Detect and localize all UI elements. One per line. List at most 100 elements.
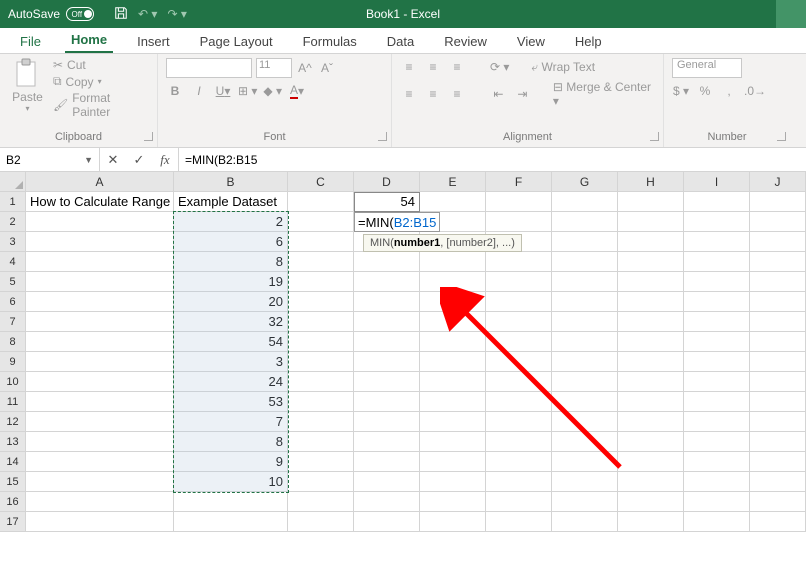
cell[interactable] <box>552 212 618 232</box>
row-header[interactable]: 2 <box>0 212 26 232</box>
copy-button[interactable]: ⧉Copy ▾ <box>53 74 149 89</box>
tab-formulas[interactable]: Formulas <box>297 30 363 53</box>
cell[interactable] <box>26 292 174 312</box>
cell[interactable] <box>750 412 806 432</box>
cell[interactable] <box>354 332 420 352</box>
cell[interactable] <box>288 392 354 412</box>
cell[interactable] <box>420 412 486 432</box>
paste-button[interactable]: Paste ▾ <box>8 58 47 119</box>
cell[interactable] <box>618 252 684 272</box>
cell[interactable] <box>750 252 806 272</box>
row-header[interactable]: 14 <box>0 452 26 472</box>
underline-button[interactable]: U ▾ <box>214 82 232 100</box>
cell[interactable] <box>26 232 174 252</box>
cell[interactable] <box>354 272 420 292</box>
cell[interactable] <box>26 272 174 292</box>
autosave-toggle[interactable]: AutoSave Off <box>0 7 102 21</box>
row-header[interactable]: 1 <box>0 192 26 212</box>
cell[interactable] <box>26 332 174 352</box>
row-header[interactable]: 3 <box>0 232 26 252</box>
cell[interactable] <box>750 352 806 372</box>
cell[interactable] <box>684 512 750 532</box>
row-header[interactable]: 17 <box>0 512 26 532</box>
row-header[interactable]: 9 <box>0 352 26 372</box>
cell[interactable]: 10 <box>174 472 288 492</box>
cell[interactable]: 19 <box>174 272 288 292</box>
cell[interactable] <box>486 212 552 232</box>
cell[interactable] <box>618 372 684 392</box>
tab-help[interactable]: Help <box>569 30 608 53</box>
cell[interactable] <box>26 512 174 532</box>
cell[interactable] <box>26 432 174 452</box>
tab-home[interactable]: Home <box>65 28 113 53</box>
cell[interactable] <box>420 512 486 532</box>
row-header[interactable]: 15 <box>0 472 26 492</box>
cell[interactable] <box>420 372 486 392</box>
cell[interactable] <box>684 452 750 472</box>
cell[interactable] <box>684 352 750 372</box>
row-header[interactable]: 11 <box>0 392 26 412</box>
cell[interactable] <box>354 412 420 432</box>
autosave-switch[interactable]: Off <box>66 7 94 21</box>
cell[interactable] <box>420 252 486 272</box>
increase-font-icon[interactable]: A^ <box>296 59 314 77</box>
cell[interactable] <box>174 492 288 512</box>
cell[interactable] <box>26 452 174 472</box>
cell[interactable] <box>618 272 684 292</box>
cell[interactable]: 8 <box>174 252 288 272</box>
cell[interactable] <box>618 512 684 532</box>
borders-button[interactable]: ⊞ ▾ <box>238 82 257 100</box>
cell[interactable] <box>684 492 750 512</box>
name-box[interactable]: B2 ▼ <box>0 148 100 171</box>
cell[interactable] <box>750 512 806 532</box>
tab-file[interactable]: File <box>14 30 47 53</box>
number-format-select[interactable]: General <box>672 58 742 78</box>
cell[interactable] <box>618 452 684 472</box>
cell[interactable] <box>486 192 552 212</box>
save-icon[interactable] <box>114 6 128 23</box>
row-header[interactable]: 8 <box>0 332 26 352</box>
wrap-text-button[interactable]: ⤶ Wrap Text <box>531 60 595 75</box>
col-header[interactable]: C <box>288 172 354 192</box>
cell[interactable] <box>618 392 684 412</box>
cell[interactable] <box>420 192 486 212</box>
percent-icon[interactable]: % <box>696 82 714 100</box>
cell[interactable] <box>354 392 420 412</box>
cell[interactable] <box>684 232 750 252</box>
cell[interactable]: 24 <box>174 372 288 392</box>
cell[interactable] <box>420 452 486 472</box>
tab-review[interactable]: Review <box>438 30 493 53</box>
cell[interactable] <box>750 212 806 232</box>
format-painter-button[interactable]: 🖌Format Painter <box>53 91 149 119</box>
cell[interactable] <box>486 352 552 372</box>
fx-icon[interactable]: fx <box>152 152 178 168</box>
cell[interactable] <box>618 332 684 352</box>
cell[interactable] <box>26 352 174 372</box>
cell[interactable] <box>684 392 750 412</box>
orientation-icon[interactable]: ⟳ ▾ <box>490 58 509 76</box>
cell[interactable] <box>684 312 750 332</box>
cell[interactable]: 3 <box>174 352 288 372</box>
cell[interactable] <box>288 252 354 272</box>
cancel-formula-button[interactable]: ✕ <box>100 152 126 168</box>
cell[interactable] <box>354 352 420 372</box>
cell[interactable] <box>288 232 354 252</box>
cell[interactable] <box>420 292 486 312</box>
cell[interactable] <box>486 292 552 312</box>
increase-indent-icon[interactable]: ⇥ <box>513 85 531 103</box>
cell[interactable] <box>26 372 174 392</box>
cell[interactable] <box>552 232 618 252</box>
cell[interactable] <box>26 392 174 412</box>
cell[interactable]: 7 <box>174 412 288 432</box>
cell[interactable] <box>288 352 354 372</box>
cell[interactable] <box>288 472 354 492</box>
cell[interactable] <box>26 252 174 272</box>
cell[interactable] <box>26 312 174 332</box>
cell[interactable] <box>486 512 552 532</box>
cell[interactable] <box>420 332 486 352</box>
row-header[interactable]: 10 <box>0 372 26 392</box>
cell[interactable] <box>750 312 806 332</box>
cell[interactable] <box>684 432 750 452</box>
cell[interactable] <box>420 352 486 372</box>
cell[interactable] <box>552 372 618 392</box>
